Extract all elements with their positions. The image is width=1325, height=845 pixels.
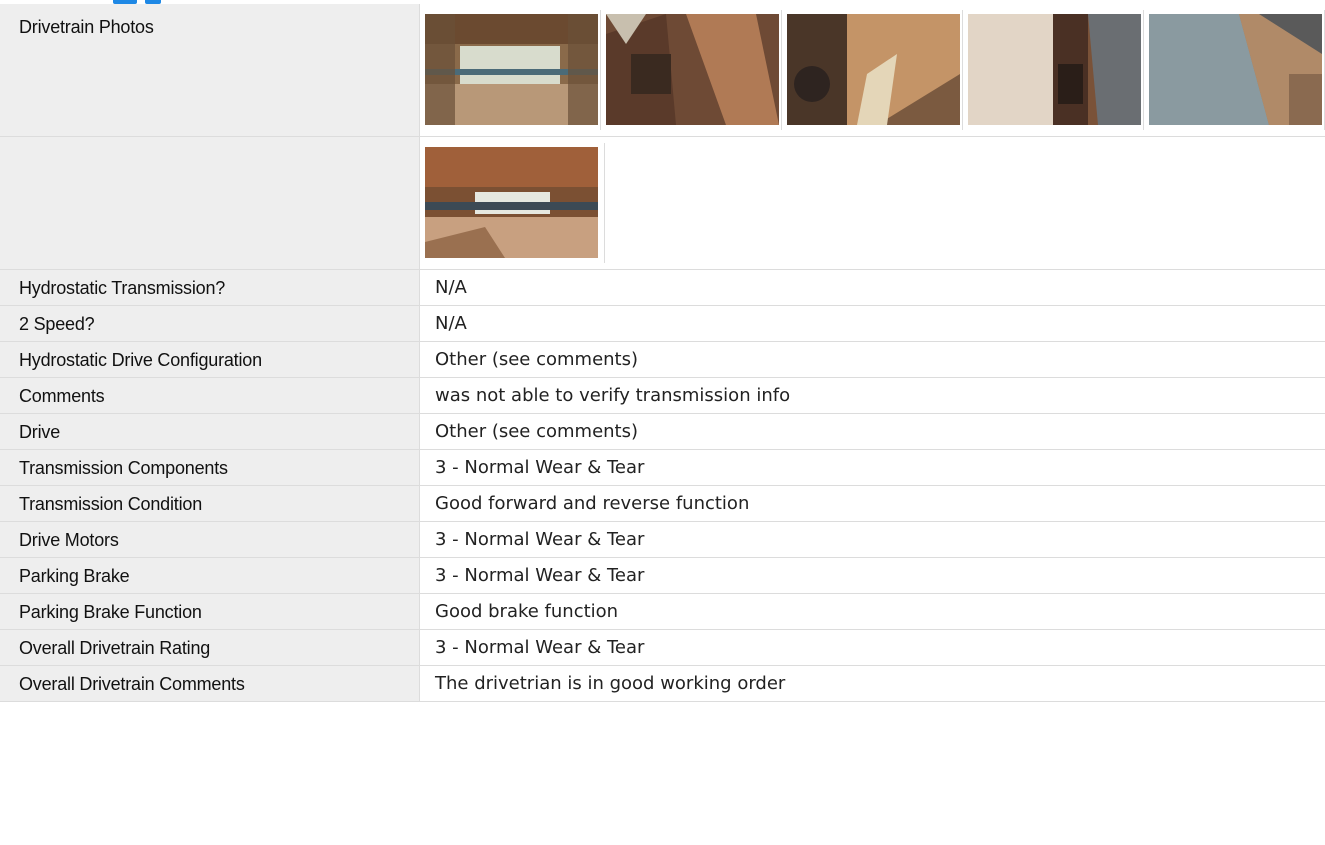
spec-label: Transmission Components	[0, 449, 420, 486]
spec-label: Overall Drivetrain Rating	[0, 629, 420, 666]
spec-label: Overall Drivetrain Comments	[0, 665, 420, 702]
inspection-report-page: Drivetrain Photos Hydrostatic Transmissi…	[0, 0, 1325, 845]
spec-label: Hydrostatic Transmission?	[0, 269, 420, 306]
photo-strip-2	[420, 143, 1325, 263]
spec-value: N/A	[419, 305, 1325, 342]
spec-value: Other (see comments)	[419, 413, 1325, 450]
spec-value: 3 - Normal Wear & Tear	[419, 629, 1325, 666]
spec-value: N/A	[419, 269, 1325, 306]
spec-value: Good forward and reverse function	[419, 485, 1325, 522]
photos-cell-2	[419, 136, 1325, 270]
photo-undercarriage-rear[interactable]	[425, 147, 598, 258]
photo-side-panel[interactable]	[968, 14, 1141, 125]
spec-label: Parking Brake Function	[0, 593, 420, 630]
photos-row-2	[0, 136, 1325, 270]
spec-label: Drive	[0, 413, 420, 450]
photo-drive-motor-area[interactable]	[787, 14, 960, 125]
spec-row: Hydrostatic Transmission? N/A	[0, 269, 1325, 306]
photos-label: Drivetrain Photos	[0, 4, 420, 137]
spec-row: Drive Other (see comments)	[0, 413, 1325, 450]
spec-row: Overall Drivetrain Rating 3 - Normal Wea…	[0, 629, 1325, 666]
spec-value: 3 - Normal Wear & Tear	[419, 557, 1325, 594]
spec-row: Hydrostatic Drive Configuration Other (s…	[0, 341, 1325, 378]
spec-label: Hydrostatic Drive Configuration	[0, 341, 420, 378]
photo-strip	[420, 10, 1325, 130]
photo-track-frame-closeup[interactable]	[606, 14, 779, 125]
spec-row: Drive Motors 3 - Normal Wear & Tear	[0, 521, 1325, 558]
photos-row: Drivetrain Photos	[0, 4, 1325, 137]
spec-value: The drivetrian is in good working order	[419, 665, 1325, 702]
drivetrain-spec-table: Drivetrain Photos Hydrostatic Transmissi…	[0, 4, 1325, 702]
spec-row: Parking Brake Function Good brake functi…	[0, 593, 1325, 630]
spec-label: Transmission Condition	[0, 485, 420, 522]
spec-row: Overall Drivetrain Comments The drivetri…	[0, 665, 1325, 702]
spec-value: Good brake function	[419, 593, 1325, 630]
spec-label: Parking Brake	[0, 557, 420, 594]
spec-value: 3 - Normal Wear & Tear	[419, 521, 1325, 558]
spec-row: 2 Speed? N/A	[0, 305, 1325, 342]
spec-row: Transmission Components 3 - Normal Wear …	[0, 449, 1325, 486]
spec-label: Comments	[0, 377, 420, 414]
spec-row: Transmission Condition Good forward and …	[0, 485, 1325, 522]
spec-label: 2 Speed?	[0, 305, 420, 342]
spec-row: Comments was not able to verify transmis…	[0, 377, 1325, 414]
photos-cell	[419, 4, 1325, 137]
spec-row: Parking Brake 3 - Normal Wear & Tear	[0, 557, 1325, 594]
spec-value: 3 - Normal Wear & Tear	[419, 449, 1325, 486]
photos-label-empty	[0, 136, 420, 270]
photo-undercarriage-tunnel[interactable]	[425, 14, 598, 125]
spec-label: Drive Motors	[0, 521, 420, 558]
photo-track-guard[interactable]	[1149, 14, 1322, 125]
spec-value: was not able to verify transmission info	[419, 377, 1325, 414]
spec-value: Other (see comments)	[419, 341, 1325, 378]
